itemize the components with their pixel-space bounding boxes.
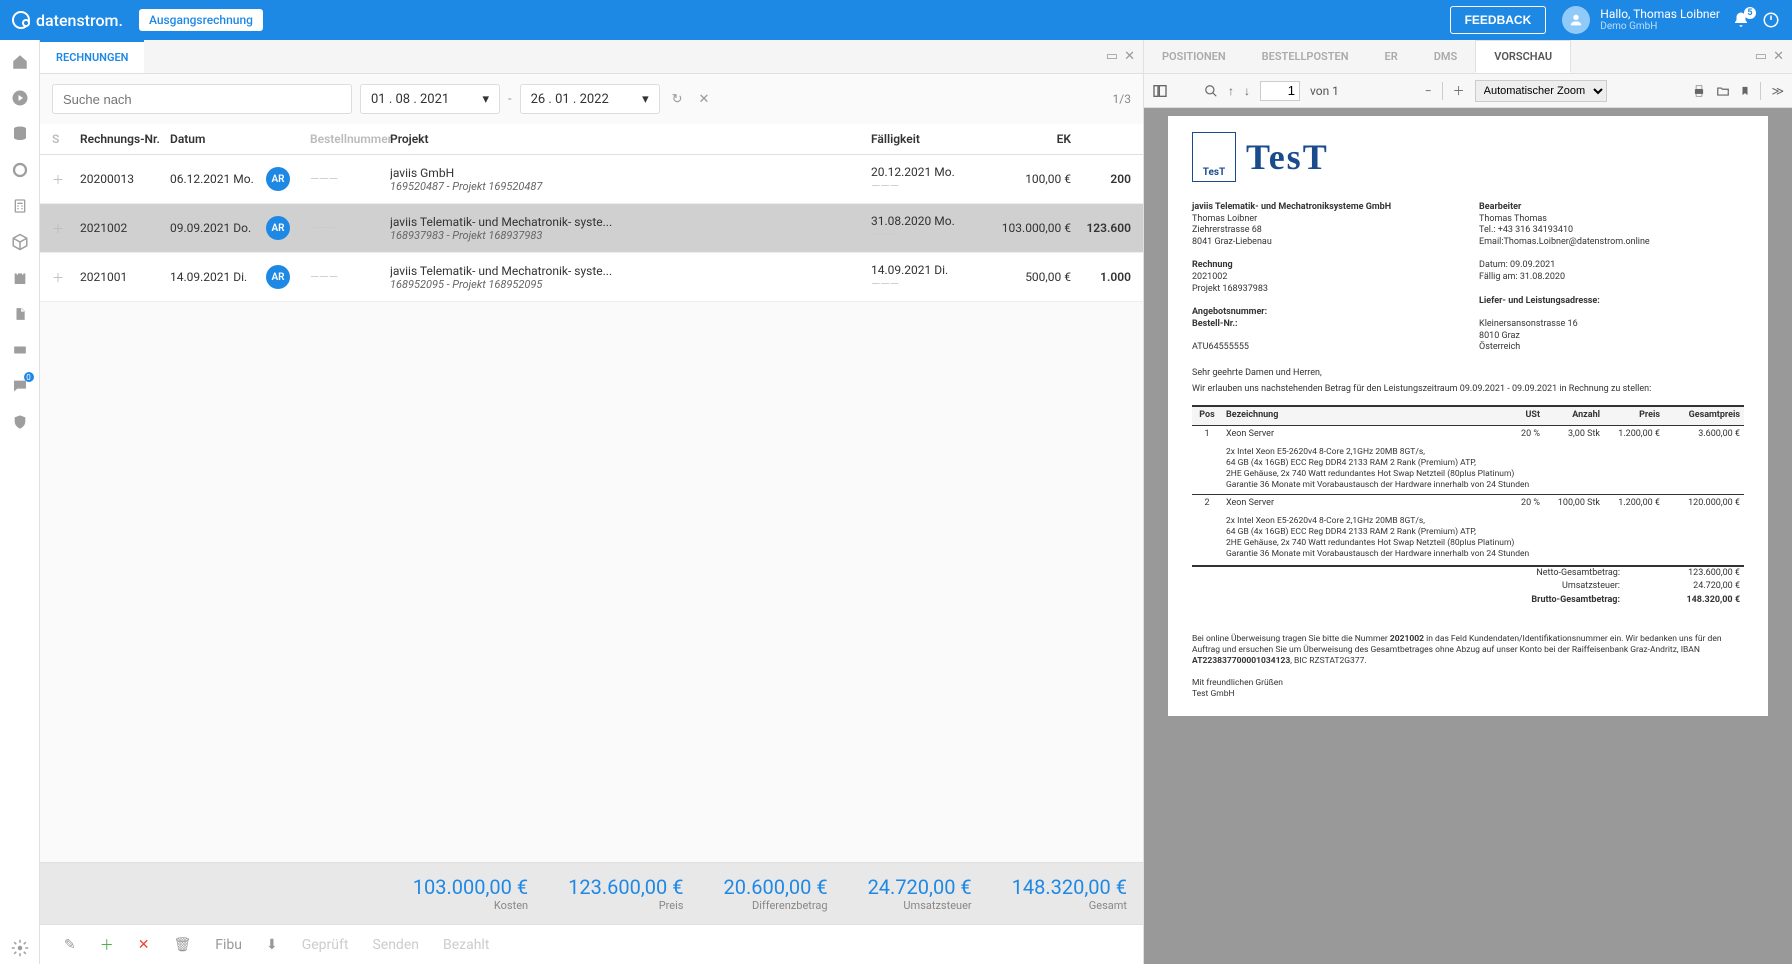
table-row[interactable]: ＋ 2021001 14.09.2021 Di. AR ——— javiis T… <box>40 253 1143 302</box>
tab-dms[interactable]: DMS <box>1416 40 1476 73</box>
brand-logo[interactable]: datenstrom. <box>12 11 123 30</box>
pdf-logo-box: TesT <box>1192 132 1236 182</box>
notifications-button[interactable]: 5 <box>1732 11 1750 29</box>
tab-positionen[interactable]: POSITIONEN <box>1144 40 1244 73</box>
pdf-print-icon[interactable] <box>1692 84 1706 98</box>
trash-button[interactable]: 🗑 <box>173 937 191 953</box>
pdf-page-input[interactable] <box>1260 81 1300 101</box>
pdf-zoom-out-icon[interactable]: − <box>1425 84 1432 98</box>
nav-database-icon[interactable] <box>4 118 36 150</box>
pdf-zoom-in-icon[interactable]: ＋ <box>1453 82 1465 99</box>
refresh-button[interactable]: ↻ <box>668 88 687 111</box>
senden-button[interactable]: Senden <box>372 937 419 953</box>
summary-bar: 103.000,00 €Kosten 123.600,00 €Preis 20.… <box>40 862 1143 924</box>
pdf-logo-text: TesT <box>1246 134 1329 181</box>
download-button[interactable]: ⬇ <box>266 937 278 953</box>
gepruft-button[interactable]: Geprüft <box>302 937 349 953</box>
header-context-badge[interactable]: Ausgangsrechnung <box>139 9 263 31</box>
nav-box-icon[interactable] <box>4 226 36 258</box>
expand-icon[interactable]: ＋ <box>52 269 80 286</box>
edit-button[interactable]: ✎ <box>64 937 76 953</box>
date-from-select[interactable]: 01 . 08 . 2021 ▾ <box>360 84 500 114</box>
pdf-more-icon[interactable]: ≫ <box>1771 84 1784 98</box>
delete-button[interactable]: ✕ <box>138 937 150 953</box>
user-greeting: Hallo, Thomas Loibner <box>1600 7 1720 21</box>
table-row[interactable]: ＋ 20200013 06.12.2021 Mo. AR ——— javiis … <box>40 155 1143 204</box>
nav-shield-icon[interactable] <box>4 406 36 438</box>
user-menu[interactable]: Hallo, Thomas Loibner Demo GmbH <box>1562 6 1720 34</box>
nav-document-icon[interactable] <box>4 298 36 330</box>
table-header: S Rechnungs-Nr. Datum Bestellnummer Proj… <box>40 124 1143 155</box>
pdf-sidebar-icon[interactable] <box>1152 83 1168 99</box>
clear-button[interactable]: ✕ <box>695 88 714 111</box>
pdf-open-icon[interactable] <box>1716 84 1730 98</box>
tab-rechnungen[interactable]: RECHNUNGEN <box>40 40 144 73</box>
panel-minimize-icon[interactable]: ▭ <box>1106 49 1118 64</box>
date-to-select[interactable]: 26 . 01 . 2022 ▾ <box>520 84 660 114</box>
invoices-panel: RECHNUNGEN ▭ ✕ 01 . 08 . 2021 ▾ - 26 . 0… <box>40 40 1144 964</box>
pdf-page: TesT TesT javiis Telematik- und Mechatro… <box>1168 116 1768 716</box>
pdf-zoom-select[interactable]: Automatischer Zoom <box>1475 80 1607 102</box>
ar-badge: AR <box>266 265 290 289</box>
nav-settings-icon[interactable] <box>4 932 36 964</box>
bezahlt-button[interactable]: Bezahlt <box>443 937 489 953</box>
app-header: datenstrom. Ausgangsrechnung FEEDBACK Ha… <box>0 0 1792 40</box>
action-bar: ✎ ＋ ✕ 🗑 Fibu ⬇ Geprüft Senden Bezahlt <box>40 924 1143 964</box>
nav-calculator-icon[interactable] <box>4 190 36 222</box>
nav-home-icon[interactable] <box>4 46 36 78</box>
brand-logo-icon <box>12 11 30 29</box>
nav-calendar-icon[interactable] <box>4 262 36 294</box>
preview-panel: POSITIONENBESTELLPOSTENERDMSVORSCHAU ▭ ✕ ↑… <box>1144 40 1792 964</box>
table-row[interactable]: ＋ 2021002 09.09.2021 Do. AR ——— javiis T… <box>40 204 1143 253</box>
tab-bestellposten[interactable]: BESTELLPOSTEN <box>1244 40 1367 73</box>
tab-er[interactable]: ER <box>1367 40 1416 73</box>
pdf-prev-page-icon[interactable]: ↑ <box>1228 84 1234 98</box>
logout-button[interactable] <box>1762 11 1780 29</box>
side-nav <box>0 40 40 964</box>
page-indicator: 1/3 <box>1113 92 1131 106</box>
nav-chat-icon[interactable] <box>4 370 36 402</box>
pdf-toolbar: ↑ ↓ von 1 − ＋ Automatischer Zoom ≫ <box>1144 74 1792 108</box>
nav-chart-icon[interactable] <box>4 154 36 186</box>
feedback-button[interactable]: FEEDBACK <box>1450 6 1547 34</box>
add-button[interactable]: ＋ <box>100 935 114 955</box>
expand-icon[interactable]: ＋ <box>52 220 80 237</box>
panel-close-icon[interactable]: ✕ <box>1773 49 1784 64</box>
ar-badge: AR <box>266 216 290 240</box>
panel-close-icon[interactable]: ✕ <box>1124 49 1135 64</box>
brand-name: datenstrom. <box>36 11 123 30</box>
pdf-bookmark-icon[interactable] <box>1740 84 1750 98</box>
expand-icon[interactable]: ＋ <box>52 171 80 188</box>
notifications-badge: 5 <box>1744 7 1756 19</box>
fibu-button[interactable]: Fibu <box>215 937 242 953</box>
chevron-down-icon: ▾ <box>642 92 649 107</box>
nav-ticket-icon[interactable] <box>4 334 36 366</box>
pdf-next-page-icon[interactable]: ↓ <box>1244 84 1250 98</box>
panel-minimize-icon[interactable]: ▭ <box>1755 49 1767 64</box>
chevron-down-icon: ▾ <box>482 92 489 107</box>
avatar <box>1562 6 1590 34</box>
tab-vorschau[interactable]: VORSCHAU <box>1475 40 1571 73</box>
nav-play-icon[interactable] <box>4 82 36 114</box>
search-input[interactable] <box>52 84 352 114</box>
user-company: Demo GmbH <box>1600 21 1720 33</box>
ar-badge: AR <box>266 167 290 191</box>
pdf-search-icon[interactable] <box>1204 84 1218 98</box>
